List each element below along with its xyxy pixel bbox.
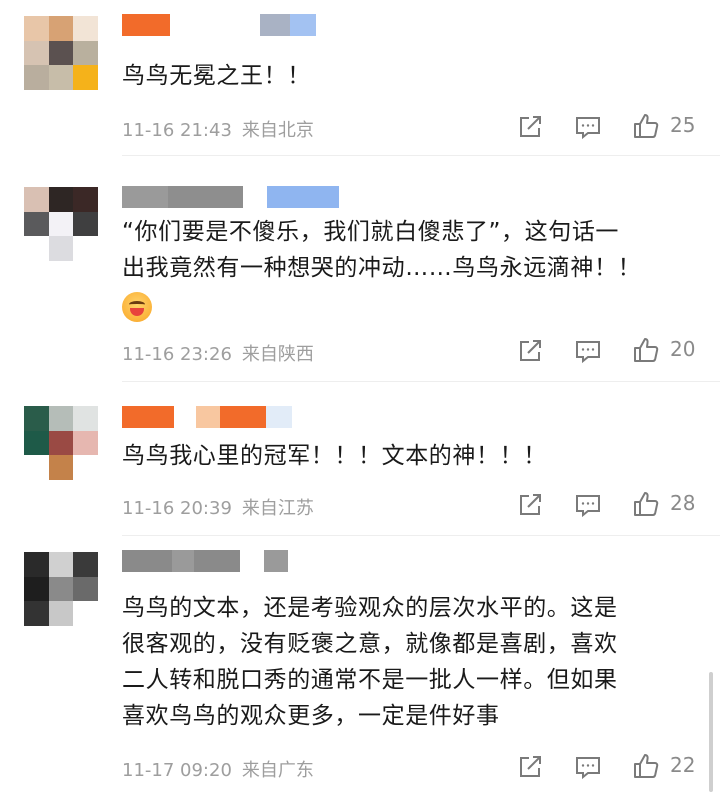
share-icon[interactable] bbox=[516, 337, 544, 365]
comment-meta: 11-16 20:39 来自江苏 bbox=[122, 494, 314, 520]
comment-location: 来自陕西 bbox=[241, 344, 314, 365]
username[interactable] bbox=[122, 14, 316, 36]
like-icon[interactable] bbox=[632, 490, 660, 518]
comment-actions: 28 bbox=[512, 490, 700, 520]
avatar-pixel bbox=[73, 601, 98, 626]
like-icon[interactable] bbox=[632, 112, 660, 140]
comment-line: 喜欢鸟鸟的观众更多，一定是件好事 bbox=[122, 703, 500, 729]
avatar-pixel bbox=[24, 430, 49, 456]
avatar-pixel bbox=[73, 187, 98, 212]
share-icon[interactable] bbox=[516, 753, 544, 781]
avatar-pixel bbox=[24, 16, 49, 41]
avatar-pixel bbox=[73, 430, 98, 456]
avatar-pixel bbox=[24, 65, 49, 90]
avatar-pixel bbox=[73, 16, 98, 41]
comment-text: “你们要是不傻乐，我们就白傻悲了”，这句话一 出我竟然有一种想哭的冲动……鸟鸟永… bbox=[122, 214, 692, 333]
comment-item: “你们要是不傻乐，我们就白傻悲了”，这句话一 出我竟然有一种想哭的冲动……鸟鸟永… bbox=[0, 156, 720, 382]
avatar-pixel bbox=[48, 552, 74, 577]
avatar-pixel bbox=[73, 406, 98, 431]
comment-icon[interactable] bbox=[574, 491, 602, 519]
avatar-pixel bbox=[24, 601, 49, 626]
comment-actions: 22 bbox=[512, 752, 700, 782]
username[interactable] bbox=[122, 186, 339, 208]
comment-location: 来自广东 bbox=[241, 760, 314, 781]
avatar-pixel bbox=[48, 406, 74, 431]
share-icon[interactable] bbox=[516, 491, 544, 519]
comment-text: 鸟鸟的文本，还是考验观众的层次水平的。这是 很客观的，没有贬褒之意，就像都是喜剧… bbox=[122, 590, 692, 734]
avatar-pixel bbox=[73, 576, 98, 602]
comment-line: 很客观的，没有贬褒之意，就像都是喜剧，喜欢 bbox=[122, 631, 618, 657]
comment-line: 鸟鸟无冕之王！！ bbox=[122, 63, 311, 89]
avatar-pixel bbox=[24, 455, 49, 480]
comment-line: 出我竟然有一种想哭的冲动……鸟鸟永远滴神！！ bbox=[122, 255, 642, 281]
comment-actions: 25 bbox=[512, 112, 700, 142]
avatar-pixel bbox=[24, 406, 49, 431]
avatar-pixel bbox=[73, 236, 98, 261]
comment-time: 11-16 21:43 bbox=[122, 120, 232, 141]
comment-actions: 20 bbox=[512, 336, 700, 366]
avatar-pixel bbox=[73, 40, 98, 66]
comment-item: 鸟鸟的文本，还是考验观众的层次水平的。这是 很客观的，没有贬褒之意，就像都是喜剧… bbox=[0, 536, 720, 795]
avatar[interactable] bbox=[24, 187, 98, 261]
like-count: 25 bbox=[670, 113, 696, 137]
avatar[interactable] bbox=[24, 552, 98, 626]
avatar-pixel bbox=[73, 552, 98, 577]
comment-time: 11-16 23:26 bbox=[122, 344, 232, 365]
avatar-pixel bbox=[48, 211, 74, 237]
comment-text: 鸟鸟无冕之王！！ bbox=[122, 58, 692, 94]
avatar-pixel bbox=[73, 211, 98, 237]
comment-icon[interactable] bbox=[574, 113, 602, 141]
comment-location: 来自江苏 bbox=[241, 498, 314, 519]
comment-item: 鸟鸟我心里的冠军！！！文本的神！！！ 11-16 20:39 来自江苏 28 bbox=[0, 382, 720, 536]
comment-text: 鸟鸟我心里的冠军！！！文本的神！！！ bbox=[122, 438, 692, 474]
avatar-pixel bbox=[24, 552, 49, 577]
avatar-pixel bbox=[73, 65, 98, 90]
comment-time: 11-17 09:20 bbox=[122, 760, 232, 781]
avatar-pixel bbox=[48, 601, 74, 626]
avatar-pixel bbox=[48, 455, 74, 480]
comment-meta: 11-16 23:26 来自陕西 bbox=[122, 340, 314, 366]
avatar[interactable] bbox=[24, 16, 98, 90]
avatar-pixel bbox=[48, 576, 74, 602]
comment-time: 11-16 20:39 bbox=[122, 498, 232, 519]
share-icon[interactable] bbox=[516, 113, 544, 141]
avatar-pixel bbox=[48, 236, 74, 261]
comment-icon[interactable] bbox=[574, 337, 602, 365]
comment-location: 来自北京 bbox=[241, 120, 314, 141]
avatar-pixel bbox=[48, 40, 74, 66]
like-count: 22 bbox=[670, 753, 696, 777]
avatar[interactable] bbox=[24, 406, 98, 480]
scrollbar[interactable] bbox=[709, 672, 713, 792]
like-count: 28 bbox=[670, 491, 696, 515]
comment-icon[interactable] bbox=[574, 753, 602, 781]
avatar-pixel bbox=[48, 65, 74, 90]
comment-line: 鸟鸟的文本，还是考验观众的层次水平的。这是 bbox=[122, 595, 618, 621]
like-icon[interactable] bbox=[632, 752, 660, 780]
comment-line: “你们要是不傻乐，我们就白傻悲了”，这句话一 bbox=[122, 219, 620, 245]
username[interactable] bbox=[122, 406, 292, 428]
comment-item: 鸟鸟无冕之王！！ 11-16 21:43 来自北京 25 bbox=[0, 0, 720, 156]
like-count: 20 bbox=[670, 337, 696, 361]
comment-line: 二人转和脱口秀的通常不是一批人一样。但如果 bbox=[122, 667, 618, 693]
avatar-pixel bbox=[24, 236, 49, 261]
avatar-pixel bbox=[73, 455, 98, 480]
avatar-pixel bbox=[24, 211, 49, 237]
avatar-pixel bbox=[48, 430, 74, 456]
avatar-pixel bbox=[48, 16, 74, 41]
avatar-pixel bbox=[24, 187, 49, 212]
comment-meta: 11-16 21:43 来自北京 bbox=[122, 116, 314, 142]
avatar-pixel bbox=[48, 187, 74, 212]
laughing-tears-emoji bbox=[122, 292, 152, 322]
avatar-pixel bbox=[24, 576, 49, 602]
comment-line: 鸟鸟我心里的冠军！！！文本的神！！！ bbox=[122, 443, 547, 469]
avatar-pixel bbox=[24, 40, 49, 66]
comment-meta: 11-17 09:20 来自广东 bbox=[122, 756, 314, 782]
username[interactable] bbox=[122, 550, 288, 572]
like-icon[interactable] bbox=[632, 336, 660, 364]
